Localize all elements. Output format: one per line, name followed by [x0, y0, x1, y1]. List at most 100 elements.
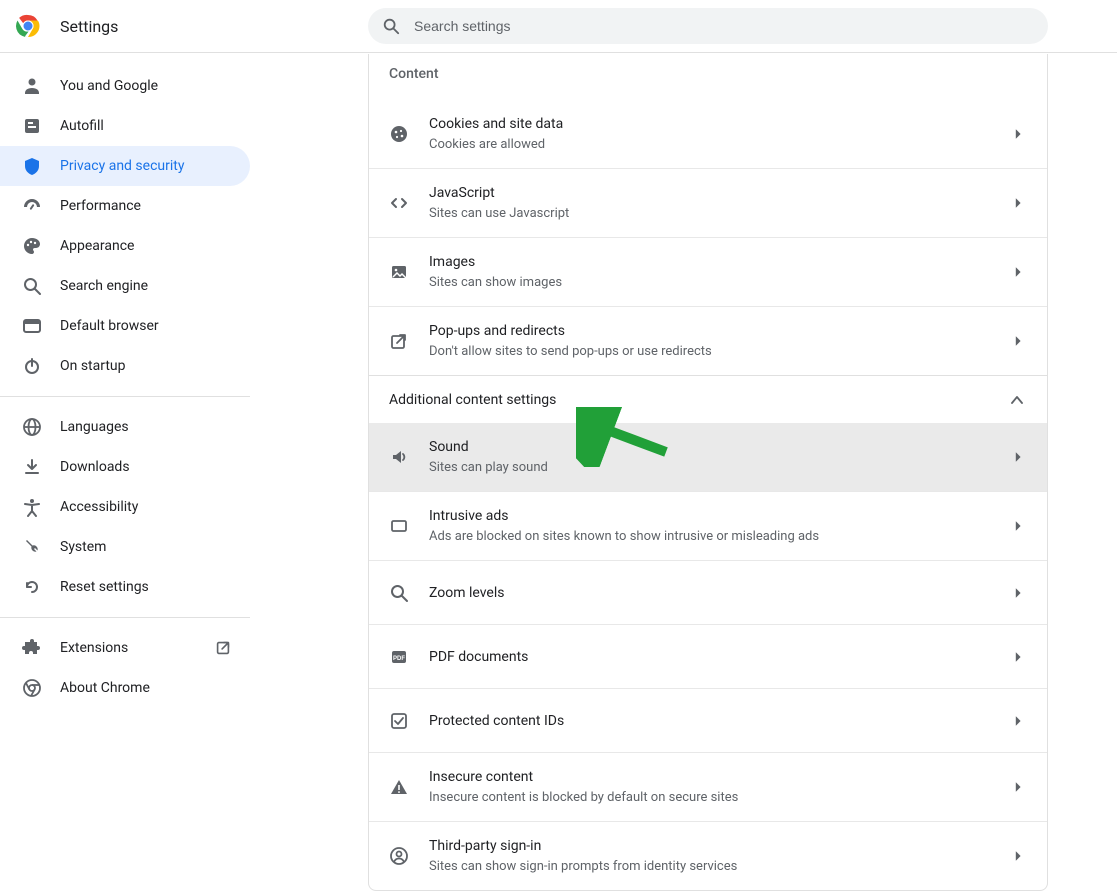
- sidebar-item-performance[interactable]: Performance: [0, 186, 250, 226]
- cookie-icon: [389, 124, 409, 144]
- sidebar-item-label: Privacy and security: [60, 158, 250, 174]
- setting-row-zoom-levels[interactable]: Zoom levels: [369, 560, 1047, 624]
- sidebar-item-on-startup[interactable]: On startup: [0, 346, 250, 386]
- row-title: Zoom levels: [429, 583, 504, 603]
- sidebar-item-label: Search engine: [60, 278, 250, 294]
- sidebar-item-reset-settings[interactable]: Reset settings: [0, 567, 250, 607]
- setting-row-intrusive-ads[interactable]: Intrusive adsAds are blocked on sites kn…: [369, 491, 1047, 560]
- row-body: Pop-ups and redirects Don't allow sites t…: [429, 321, 1011, 361]
- row-subtitle: Insecure content is blocked by default o…: [429, 789, 1011, 807]
- row-title: Third-party sign-in: [429, 836, 1011, 856]
- row-subtitle: Sites can play sound: [429, 459, 1011, 477]
- search-settings[interactable]: [368, 8, 1048, 44]
- row-body: Cookies and site dataCookies are allowed: [429, 114, 1011, 154]
- row-body: Insecure content Insecure content is bloc…: [429, 767, 1011, 807]
- sidebar-item-label: You and Google: [60, 78, 250, 94]
- row-title: Images: [429, 252, 1011, 272]
- extension-icon: [22, 638, 42, 658]
- code-icon: [389, 193, 409, 213]
- browser-icon: [22, 316, 42, 336]
- setting-row-cookies-and-site-data[interactable]: Cookies and site dataCookies are allowed: [369, 100, 1047, 168]
- download-icon: [22, 457, 42, 477]
- content-settings-card: Content Cookies and site dataCookies are…: [368, 54, 1048, 891]
- person-icon: [22, 76, 42, 96]
- sidebar-item-label: Reset settings: [60, 579, 250, 595]
- row-body: Intrusive adsAds are blocked on sites kn…: [429, 506, 1011, 546]
- chevron-right-icon: [1011, 848, 1027, 864]
- row-body: Third-party sign-inSites can show sign-i…: [429, 836, 1011, 876]
- speed-icon: [22, 196, 42, 216]
- row-subtitle: Cookies are allowed: [429, 136, 1011, 154]
- warning-icon: [389, 777, 409, 797]
- sidebar-item-privacy-and-security[interactable]: Privacy and security: [0, 146, 250, 186]
- search-icon: [382, 17, 400, 35]
- account-icon: [389, 846, 409, 866]
- sidebar-divider: [0, 396, 250, 397]
- image-icon: [389, 262, 409, 282]
- chevron-right-icon: [1011, 264, 1027, 280]
- sidebar-item-you-and-google[interactable]: You and Google: [0, 66, 250, 106]
- sidebar-item-accessibility[interactable]: Accessibility: [0, 487, 250, 527]
- sidebar-item-downloads[interactable]: Downloads: [0, 447, 250, 487]
- row-title: Pop-ups and redirects: [429, 321, 1011, 341]
- sidebar-item-appearance[interactable]: Appearance: [0, 226, 250, 266]
- setting-row-third-party-sign-in[interactable]: Third-party sign-inSites can show sign-i…: [369, 821, 1047, 890]
- row-title: Insecure content: [429, 767, 1011, 787]
- row-body: Protected content IDs: [429, 711, 1011, 731]
- sidebar-item-label: Performance: [60, 198, 250, 214]
- sidebar-divider: [0, 617, 250, 618]
- sidebar-item-search-engine[interactable]: Search engine: [0, 266, 250, 306]
- wrench-icon: [22, 537, 42, 557]
- chevron-right-icon: [1011, 649, 1027, 665]
- row-subtitle: Don't allow sites to send pop-ups or use…: [429, 343, 1011, 361]
- row-body: Sound Sites can play sound: [429, 437, 1011, 477]
- chevron-up-icon: [1007, 390, 1027, 410]
- accessibility-icon: [22, 497, 42, 517]
- sidebar-item-about-chrome[interactable]: About Chrome: [0, 668, 250, 708]
- sidebar-item-label: Languages: [60, 419, 250, 435]
- autofill-icon: [22, 116, 42, 136]
- pdf-icon: [389, 647, 409, 667]
- sidebar-item-label: On startup: [60, 358, 250, 374]
- setting-row-protected-content-ids[interactable]: Protected content IDs: [369, 688, 1047, 752]
- chevron-right-icon: [1011, 585, 1027, 601]
- shield-icon: [22, 156, 42, 176]
- setting-row-insecure-content[interactable]: Insecure content Insecure content is bloc…: [369, 752, 1047, 821]
- palette-icon: [22, 236, 42, 256]
- sidebar-item-label: Autofill: [60, 118, 250, 134]
- sidebar-item-label: System: [60, 539, 250, 555]
- setting-row-pop-ups-and-redirects[interactable]: Pop-ups and redirects Don't allow sites t…: [369, 306, 1047, 375]
- chevron-right-icon: [1011, 195, 1027, 211]
- row-title: Sound: [429, 437, 1011, 457]
- sidebar: You and Google Autofill Privacy and securi…: [0, 54, 250, 708]
- sidebar-item-languages[interactable]: Languages: [0, 407, 250, 447]
- search-icon: [22, 276, 42, 296]
- sidebar-item-default-browser[interactable]: Default browser: [0, 306, 250, 346]
- sidebar-item-label: Default browser: [60, 318, 250, 334]
- reset-icon: [22, 577, 42, 597]
- setting-row-javascript[interactable]: JavaScriptSites can use Javascript: [369, 168, 1047, 237]
- row-body: ImagesSites can show images: [429, 252, 1011, 292]
- sidebar-item-autofill[interactable]: Autofill: [0, 106, 250, 146]
- row-title: Intrusive ads: [429, 506, 1011, 526]
- sidebar-item-label: Appearance: [60, 238, 250, 254]
- page-title: Settings: [60, 17, 118, 36]
- chevron-right-icon: [1011, 126, 1027, 142]
- sidebar-item-extensions[interactable]: Extensions: [0, 628, 250, 668]
- additional-content-settings-expander[interactable]: Additional content settings: [369, 375, 1047, 423]
- setting-row-sound[interactable]: Sound Sites can play sound: [369, 423, 1047, 491]
- chrome-logo-icon: [16, 14, 40, 38]
- row-title: Protected content IDs: [429, 711, 564, 731]
- sidebar-item-label: Extensions: [60, 640, 214, 656]
- chrome-icon: [22, 678, 42, 698]
- protected-icon: [389, 711, 409, 731]
- row-subtitle: Sites can use Javascript: [429, 205, 1011, 223]
- main-content: Content Cookies and site dataCookies are…: [368, 54, 1048, 891]
- setting-row-images[interactable]: ImagesSites can show images: [369, 237, 1047, 306]
- sound-icon: [389, 447, 409, 467]
- additional-label: Additional content settings: [389, 392, 556, 408]
- search-input[interactable]: [414, 18, 1048, 34]
- setting-row-pdf-documents[interactable]: PDF documents: [369, 624, 1047, 688]
- open-in-new-icon: [214, 639, 232, 657]
- sidebar-item-system[interactable]: System: [0, 527, 250, 567]
